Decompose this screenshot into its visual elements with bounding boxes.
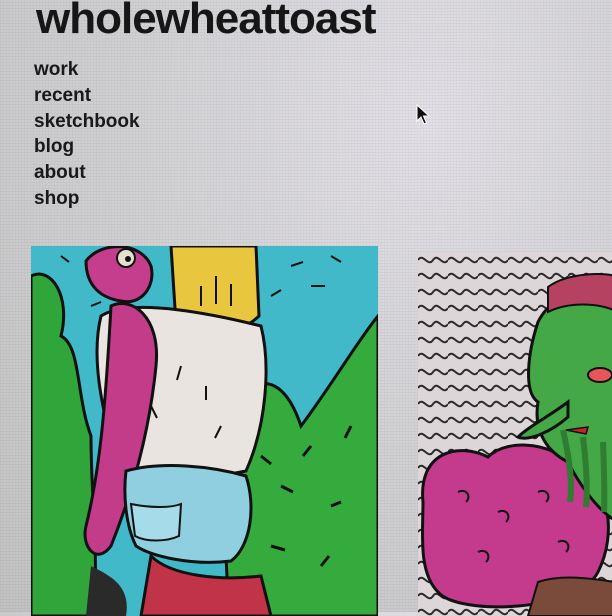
nav-link-about[interactable]: about [34,162,86,183]
nav-item-blog: blog [34,134,140,160]
nav-link-blog[interactable]: blog [34,136,74,157]
illustration-icon [418,252,612,616]
gallery-thumbnail-1[interactable] [31,246,378,616]
illustration-icon [31,246,378,616]
nav-item-shop: shop [34,186,140,212]
nav-link-recent[interactable]: recent [34,85,91,106]
nav-item-work: work [34,57,140,83]
gallery-thumbnail-2[interactable] [418,252,612,616]
main-nav: work recent sketchbook blog about shop [34,57,140,212]
nav-item-sketchbook: sketchbook [34,109,140,135]
nav-link-sketchbook[interactable]: sketchbook [34,111,140,132]
nav-item-about: about [34,160,140,186]
nav-link-shop[interactable]: shop [34,188,79,209]
mouse-pointer-icon [416,104,430,125]
nav-link-work[interactable]: work [34,59,78,80]
nav-item-recent: recent [34,83,140,109]
site-title[interactable]: wholewheattoast [36,0,376,44]
